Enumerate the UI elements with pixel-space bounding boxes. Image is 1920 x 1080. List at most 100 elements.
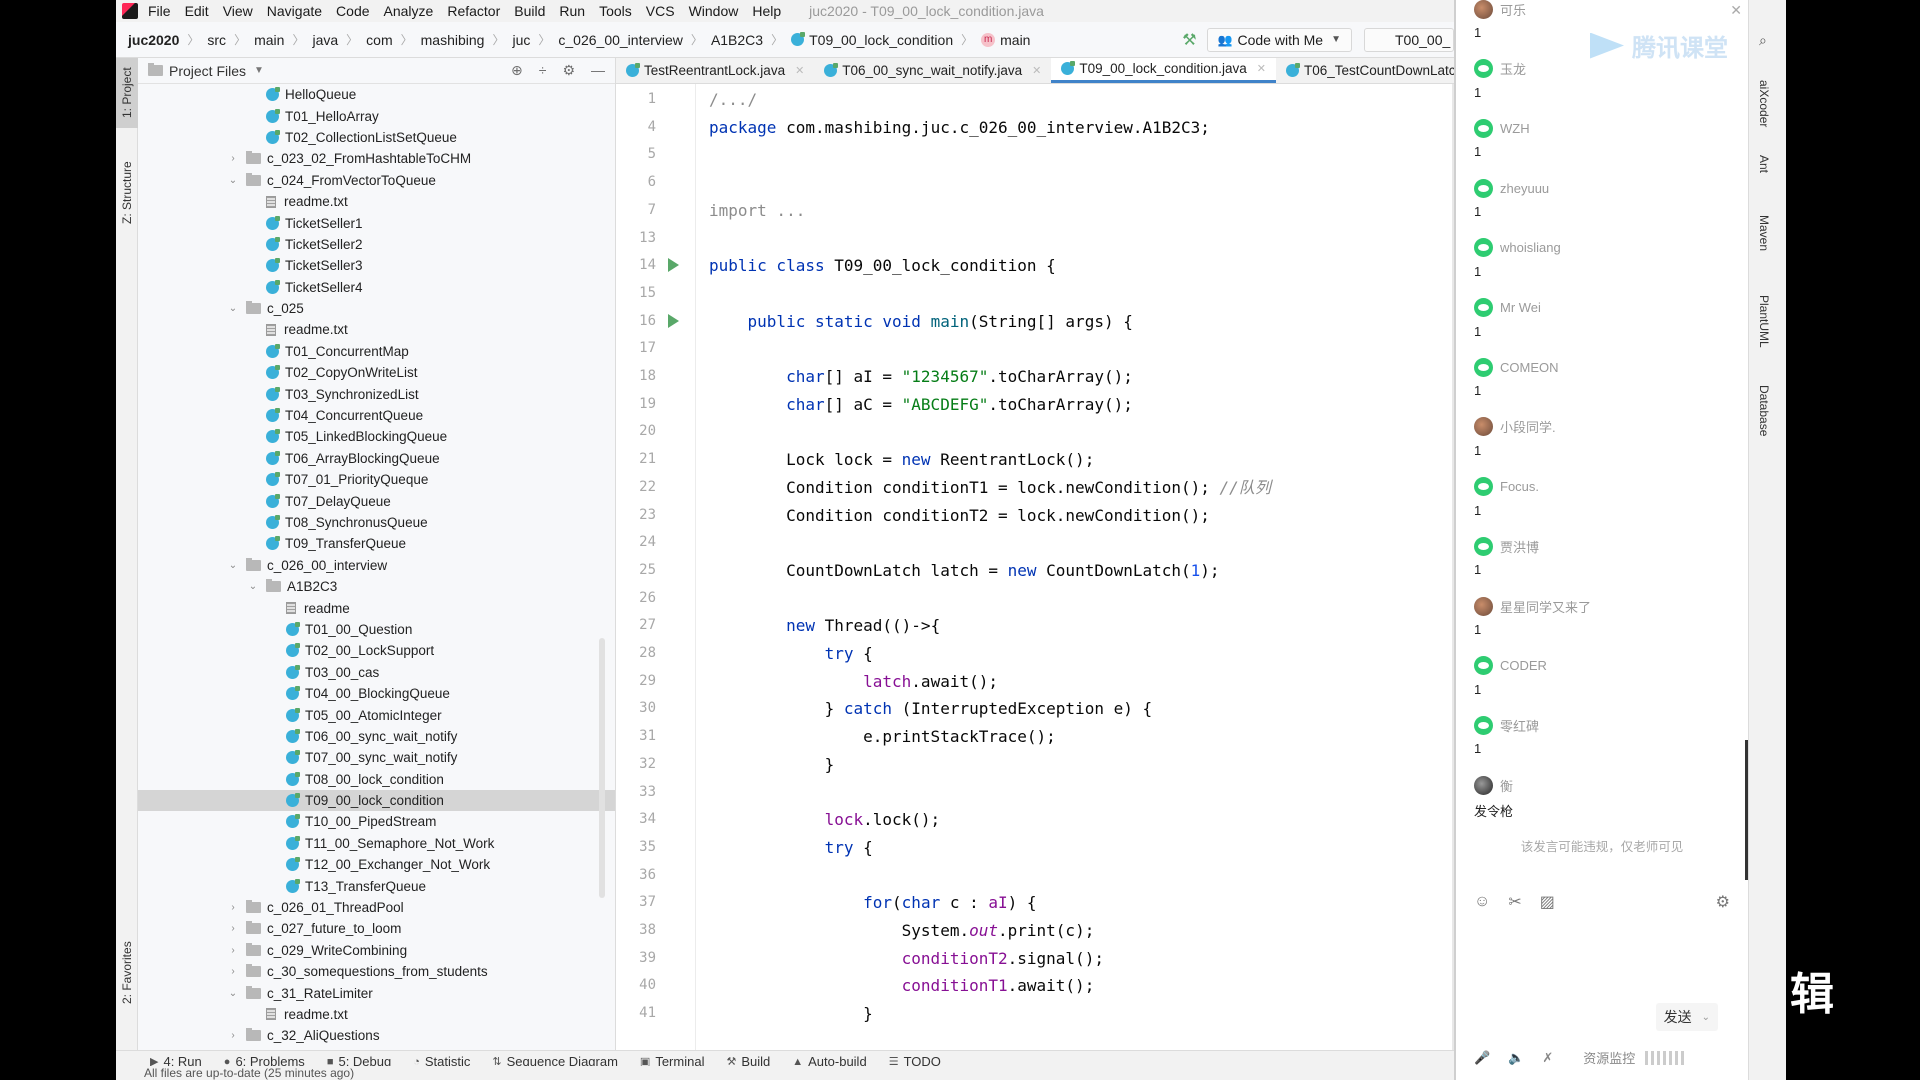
code-line[interactable]: char[] aI = "1234567".toCharArray(); [709,363,1133,390]
settings-icon[interactable]: ⚙ [1716,892,1730,912]
chevron-right-icon[interactable]: › [226,923,240,934]
hide-icon[interactable]: — [591,62,605,79]
collapse-all-icon[interactable]: ÷ [539,62,547,79]
code-line[interactable]: conditionT1.await(); [709,972,1095,999]
close-icon[interactable]: ✕ [795,64,804,77]
code-line[interactable]: latch.await(); [709,668,998,695]
close-icon[interactable]: ✕ [1032,64,1041,77]
close-icon[interactable]: ✕ [1257,62,1266,75]
run-icon[interactable] [668,258,679,273]
tree-item[interactable]: ⌄ c_31_RateLimiter [138,982,615,1003]
code-line[interactable]: char[] aC = "ABCDEFG".toCharArray(); [709,391,1133,418]
tree-item[interactable]: › c_32_AliQuestions [138,1025,615,1046]
tree-item[interactable]: TicketSeller4 [138,277,615,298]
emoji-icon[interactable]: ☺ [1474,893,1490,911]
menu-run[interactable]: Run [559,3,585,19]
code-line[interactable]: package com.mashibing.juc.c_026_00_inter… [709,114,1210,141]
chevron-down-icon[interactable]: ⌄ [226,560,240,571]
breadcrumb-item[interactable]: main [254,32,284,48]
tree-item[interactable]: HelloQueue [138,84,615,105]
menu-file[interactable]: File [148,3,171,19]
tree-scrollbar[interactable] [599,638,605,898]
tree-item[interactable]: T05_LinkedBlockingQueue [138,426,615,447]
right-tool-aixcoder[interactable]: aiXcoder [1757,80,1771,127]
code-with-me-button[interactable]: 👥 Code with Me ▼ [1206,27,1352,52]
tree-item[interactable]: T11_00_Semaphore_Not_Work [138,833,615,854]
tree-item[interactable]: T09_TransferQueue [138,533,615,554]
menu-vcs[interactable]: VCS [646,3,675,19]
menu-build[interactable]: Build [514,3,545,19]
breadcrumb-item[interactable]: T09_00_lock_condition [791,32,953,48]
code-line[interactable]: try { [709,640,873,667]
chevron-down-icon[interactable]: ⌄ [226,303,240,314]
chevron-down-icon[interactable]: ⌄ [246,581,260,592]
editor-tab[interactable]: T09_00_lock_condition.java ✕ [1051,58,1276,83]
breadcrumb-item[interactable]: juc2020 [128,32,179,48]
code-line[interactable]: } catch (InterruptedException e) { [709,695,1153,722]
code-line[interactable]: try { [709,834,873,861]
mute-icon[interactable]: ✗ [1542,1050,1553,1066]
code-line[interactable]: /.../ [709,86,757,113]
code-line[interactable]: new Thread(()->{ [709,612,940,639]
run-configuration-select[interactable]: T00_00_ [1364,27,1454,52]
tree-item[interactable]: TicketSeller3 [138,255,615,276]
tree-item[interactable]: T01_HelloArray [138,105,615,126]
code-line[interactable]: Condition conditionT2 = lock.newConditio… [709,502,1210,529]
run-icon[interactable] [668,313,679,328]
menu-window[interactable]: Window [689,3,739,19]
code-line[interactable]: System.out.print(c); [709,917,1095,944]
tree-item[interactable]: › c_029_WriteCombining [138,940,615,961]
locate-icon[interactable]: ⊕ [511,62,523,79]
tree-item[interactable]: › c_30_somequestions_from_students [138,961,615,982]
tree-item[interactable]: T05_00_AtomicInteger [138,704,615,725]
menu-view[interactable]: View [223,3,253,19]
code-line[interactable]: e.printStackTrace(); [709,723,1056,750]
tree-item[interactable]: T06_ArrayBlockingQueue [138,448,615,469]
breadcrumb-item[interactable]: c_026_00_interview [558,32,683,48]
right-tool-database[interactable]: Database [1757,385,1771,436]
tree-item[interactable]: readme.txt [138,1004,615,1025]
tree-item[interactable]: ⌄ c_024_FromVectorToQueue [138,170,615,191]
tree-item[interactable]: T07_00_sync_wait_notify [138,747,615,768]
tree-item[interactable]: T01_ConcurrentMap [138,341,615,362]
search-icon[interactable]: ⌕ [1759,32,1767,49]
tree-item[interactable]: T07_01_PriorityQueque [138,469,615,490]
tree-item[interactable]: › c_026_01_ThreadPool [138,897,615,918]
code-line[interactable]: import ... [709,197,805,224]
tree-item[interactable]: T04_00_BlockingQueue [138,683,615,704]
tree-item[interactable]: T08_00_lock_condition [138,769,615,790]
scissors-icon[interactable]: ✂ [1508,892,1521,912]
breadcrumb-item[interactable]: m main [981,32,1030,48]
tree-item[interactable]: ⌄ c_025 [138,298,615,319]
tree-item[interactable]: readme [138,597,615,618]
tree-item[interactable]: TicketSeller2 [138,234,615,255]
menu-navigate[interactable]: Navigate [267,3,322,19]
tree-item[interactable]: T09_00_lock_condition [138,789,615,812]
code-line[interactable]: conditionT2.signal(); [709,945,1104,972]
tree-item[interactable]: T02_00_LockSupport [138,640,615,661]
code-line[interactable]: Lock lock = new ReentrantLock(); [709,446,1094,473]
tree-item[interactable]: T02_CollectionListSetQueue [138,127,615,148]
send-button[interactable]: 发送 ⌄ [1655,1003,1718,1031]
tree-item[interactable]: TicketSeller1 [138,212,615,233]
breadcrumb-item[interactable]: com [366,32,392,48]
chevron-down-icon[interactable]: ▼ [254,65,264,76]
tree-item[interactable]: T04_ConcurrentQueue [138,405,615,426]
favorites-tool-button[interactable]: 2: Favorites [116,928,138,1018]
build-hammer-icon[interactable]: ⚒ [1182,30,1196,50]
tree-item[interactable]: T12_00_Exchanger_Not_Work [138,854,615,875]
code-line[interactable]: lock.lock(); [709,806,941,833]
tree-item[interactable]: T03_SynchronizedList [138,383,615,404]
tree-item[interactable]: › c_027_future_to_loom [138,918,615,939]
code-line[interactable]: CountDownLatch latch = new CountDownLatc… [709,557,1220,584]
project-tool-button[interactable]: 1: Project [116,58,138,128]
menu-edit[interactable]: Edit [185,3,209,19]
tree-item[interactable]: ⌄ A1B2C3 [138,576,615,597]
tree-item[interactable]: T13_TransferQueue [138,875,615,896]
chevron-right-icon[interactable]: › [226,1030,240,1041]
tree-item[interactable]: readme.txt [138,319,615,340]
tree-item[interactable]: ⌄ c_026_00_interview [138,555,615,576]
chevron-down-icon[interactable]: ⌄ [226,988,240,999]
chevron-down-icon[interactable]: ⌄ [226,175,240,186]
tree-item[interactable]: T10_00_PipedStream [138,811,615,832]
